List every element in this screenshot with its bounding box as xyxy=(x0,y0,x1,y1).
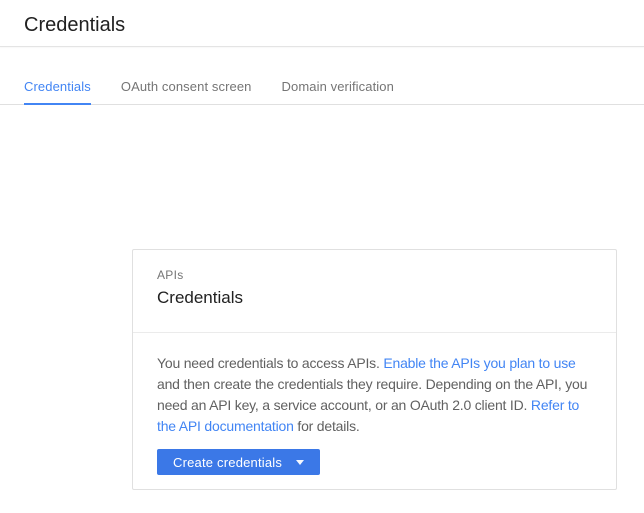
tab-credentials[interactable]: Credentials xyxy=(24,80,91,105)
create-credentials-button-label: Create credentials xyxy=(173,455,282,470)
page-title: Credentials xyxy=(24,12,620,38)
card-header: APIs Credentials xyxy=(133,250,616,332)
description-text-3: for details. xyxy=(294,418,360,434)
tab-bar: Credentials OAuth consent screen Domain … xyxy=(0,47,644,105)
description-text-1: You need credentials to access APIs. xyxy=(157,355,383,371)
card-eyebrow: APIs xyxy=(157,268,592,282)
page-header: Credentials xyxy=(0,0,644,47)
tab-domain-verification[interactable]: Domain verification xyxy=(282,80,394,104)
card-heading: Credentials xyxy=(157,287,592,309)
enable-apis-link[interactable]: Enable the APIs you plan to use xyxy=(383,355,575,371)
tab-oauth-consent-screen[interactable]: OAuth consent screen xyxy=(121,80,252,104)
dropdown-caret-icon xyxy=(296,460,304,465)
create-credentials-button[interactable]: Create credentials xyxy=(157,449,320,475)
card-description: You need credentials to access APIs. Ena… xyxy=(157,353,597,437)
content-area: APIs Credentials You need credentials to… xyxy=(0,105,644,490)
description-text-2: and then create the credentials they req… xyxy=(157,376,587,413)
credentials-card: APIs Credentials You need credentials to… xyxy=(132,249,617,490)
card-body: You need credentials to access APIs. Ena… xyxy=(133,333,616,489)
